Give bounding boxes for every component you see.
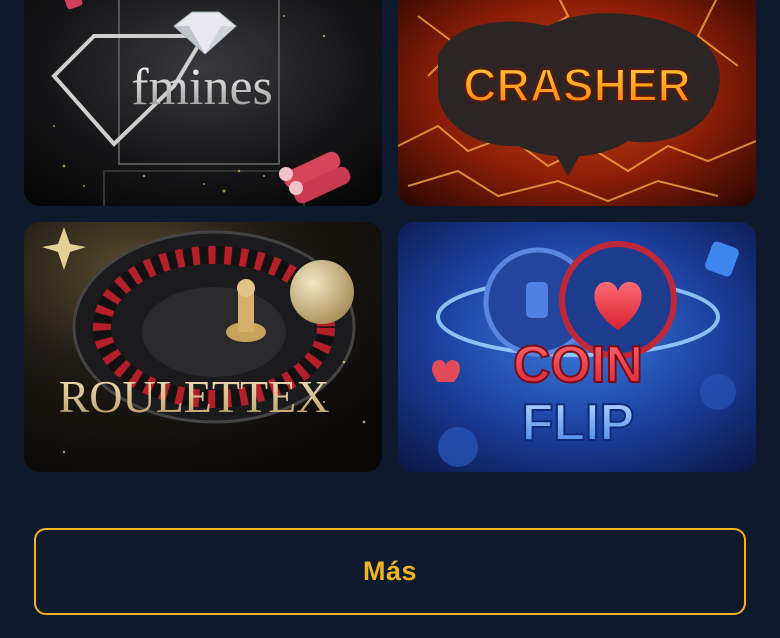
- more-button[interactable]: Más: [34, 528, 746, 615]
- game-tile-roulettex[interactable]: ROULETTEX: [24, 222, 382, 472]
- roulettex-logo-text: ROULETTEX: [59, 371, 330, 422]
- coinflip-logo-line2: FLIP: [522, 394, 635, 452]
- game-grid-page: fmines CRASHER ROULETTEX COIN FLIP Más: [0, 0, 780, 638]
- game-tile-coinflip[interactable]: COIN FLIP: [398, 222, 756, 472]
- fmines-logo-text: fmines: [131, 59, 273, 116]
- coinflip-logo-line1: COIN: [513, 336, 643, 394]
- game-tile-crasher[interactable]: CRASHER: [398, 0, 756, 206]
- roulettex-artwork: ROULETTEX: [24, 222, 382, 472]
- crasher-logo-text: CRASHER: [463, 59, 690, 111]
- coinflip-artwork: COIN FLIP: [398, 222, 756, 472]
- crasher-artwork: CRASHER: [398, 0, 756, 206]
- game-tile-fmines[interactable]: fmines: [24, 0, 382, 206]
- fmines-artwork: fmines: [24, 0, 382, 206]
